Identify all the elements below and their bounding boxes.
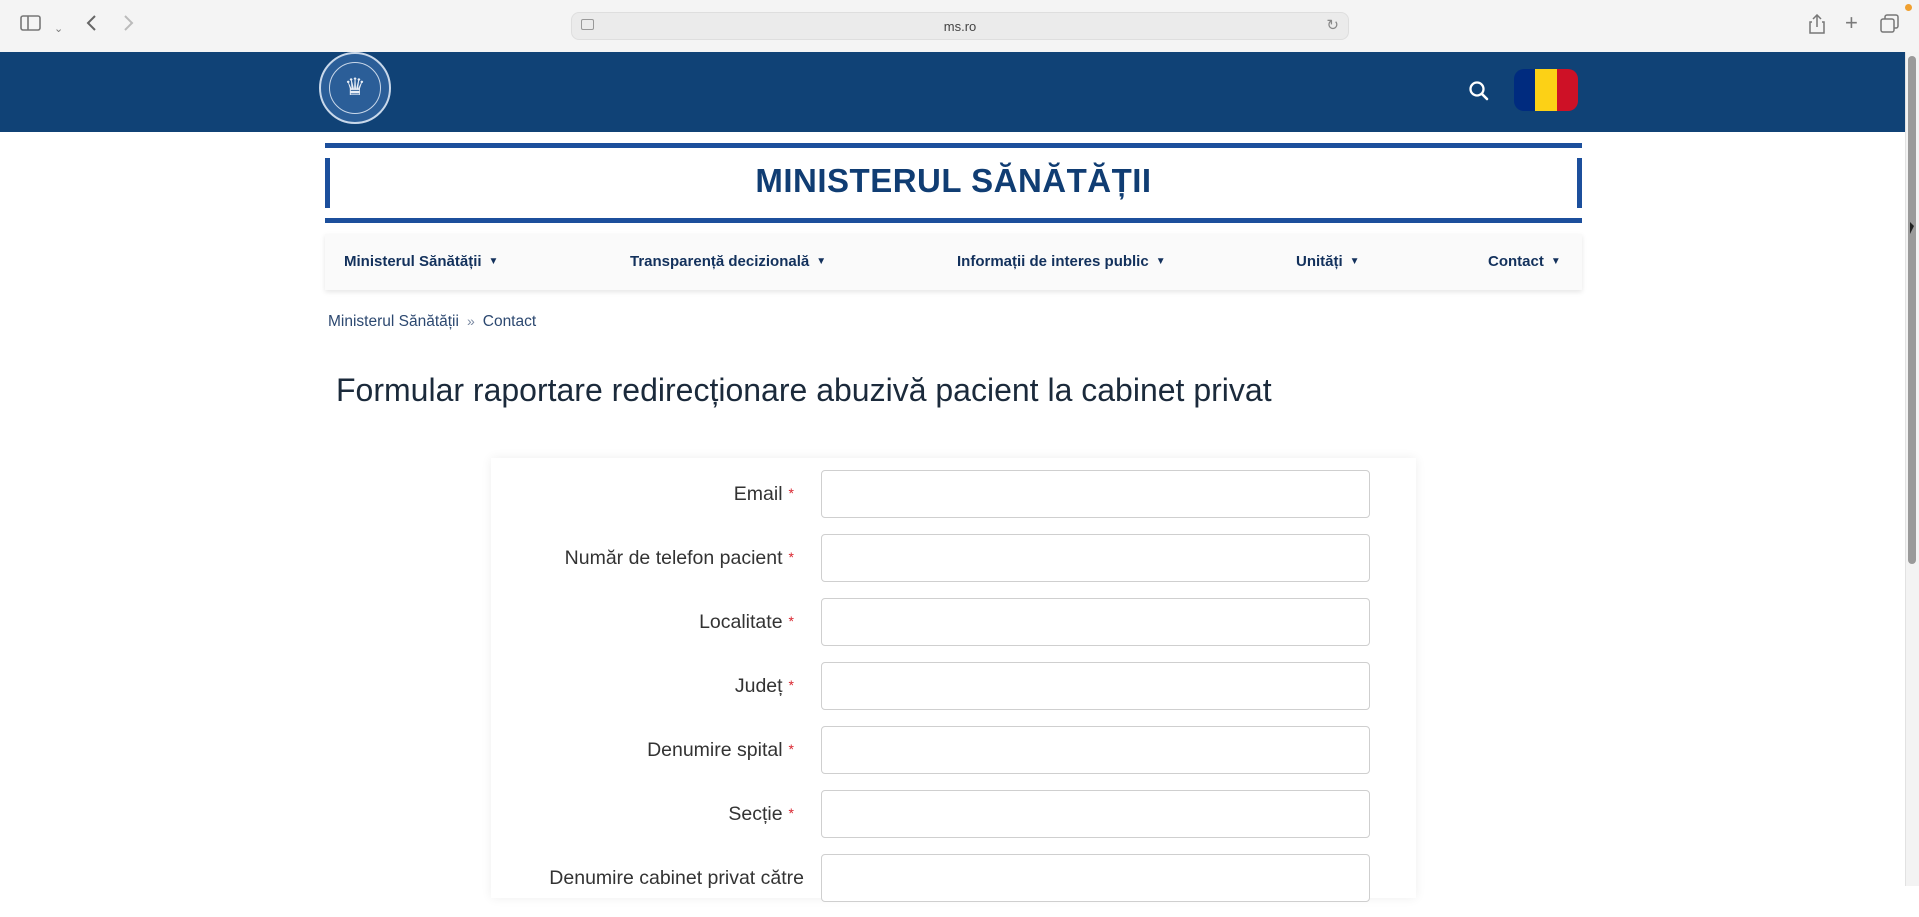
back-icon[interactable] (85, 14, 99, 37)
flag-stripe-yellow (1535, 69, 1557, 111)
forward-icon[interactable] (121, 14, 135, 37)
sectie-label: Secție (728, 803, 783, 825)
caret-down-icon: ▼ (1550, 256, 1561, 267)
form-row-spital: Denumire spital * (491, 726, 1416, 789)
new-tab-icon[interactable]: + (1845, 12, 1858, 34)
field-label: Localitate * (699, 611, 794, 634)
field-label: Denumire spital * (647, 739, 794, 762)
browser-toolbar: ⌄ ms.ro ↻ + (0, 0, 1919, 53)
required-asterisk: * (788, 677, 794, 693)
field-label: Număr de telefon pacient * (565, 547, 794, 570)
tabs-overview-icon[interactable] (1880, 14, 1900, 39)
nav-item-label: Transparență decizională (630, 253, 810, 270)
form-row-email: Email * (491, 470, 1416, 533)
chevron-down-icon[interactable]: ⌄ (54, 18, 63, 40)
mouse-cursor-icon (1910, 222, 1914, 234)
form-row-judet: Județ * (491, 662, 1416, 725)
required-asterisk: * (788, 805, 794, 821)
main-navigation: Ministerul Sănătății ▼ Transparență deciz… (325, 234, 1582, 290)
reload-icon[interactable]: ↻ (1326, 16, 1339, 34)
field-label: Email * (734, 483, 794, 506)
site-title[interactable]: MINISTERUL SĂNĂTĂȚII (325, 162, 1582, 200)
localitate-label: Localitate (699, 611, 783, 633)
email-label: Email (733, 483, 783, 505)
phone-field[interactable] (821, 534, 1370, 582)
required-asterisk: * (788, 613, 794, 629)
eagle-icon: ♛ (344, 74, 366, 101)
flag-stripe-blue (1514, 69, 1536, 111)
form-row-phone: Număr de telefon pacient * (491, 534, 1416, 597)
spital-field[interactable] (821, 726, 1370, 774)
required-asterisk: * (788, 549, 794, 565)
nav-item-ministerul[interactable]: Ministerul Sănătății ▼ (344, 253, 498, 270)
scrollbar-thumb[interactable] (1908, 56, 1916, 564)
sidebar-toggle-icon[interactable] (20, 14, 42, 37)
form-row-sectie: Secție * (491, 790, 1416, 853)
report-form: Email * Număr de telefon pacient * Localit… (491, 458, 1416, 902)
flag-stripe-red (1556, 69, 1578, 111)
phone-label: Număr de telefon pacient (564, 547, 783, 569)
nav-item-label: Informații de interes public (957, 253, 1149, 270)
breadcrumb-current: Contact (482, 313, 537, 330)
site-header: ♛ (0, 52, 1905, 132)
field-label: Denumire cabinet privat către (549, 867, 804, 890)
notification-dot (1905, 4, 1912, 11)
romania-flag-icon[interactable] (1514, 69, 1578, 111)
site-title-banner: MINISTERUL SĂNĂTĂȚII (325, 143, 1582, 223)
cabinet-field[interactable] (821, 854, 1370, 902)
spital-label: Denumire spital (647, 739, 783, 761)
nav-item-label: Ministerul Sănătății (344, 253, 482, 270)
nav-item-label: Unități (1296, 253, 1343, 270)
field-label: Secție * (728, 803, 794, 826)
judet-field[interactable] (821, 662, 1370, 710)
share-icon[interactable] (1808, 13, 1826, 39)
breadcrumb-link-home[interactable]: Ministerul Sănătății (328, 313, 459, 330)
caret-down-icon: ▼ (1155, 256, 1166, 267)
address-bar[interactable]: ms.ro ↻ (571, 12, 1349, 40)
nav-item-informatii[interactable]: Informații de interes public ▼ (957, 253, 1166, 270)
nav-item-contact[interactable]: Contact ▼ (1488, 253, 1561, 270)
government-emblem-logo[interactable]: ♛ (319, 52, 391, 124)
nav-item-transparenta[interactable]: Transparență decizională ▼ (630, 253, 826, 270)
address-bar-url[interactable]: ms.ro (572, 19, 1348, 34)
required-asterisk: * (788, 485, 794, 501)
form-row-localitate: Localitate * (491, 598, 1416, 661)
page-title: Formular raportare redirecționare abuziv… (336, 372, 1272, 408)
caret-down-icon: ▼ (1349, 256, 1360, 267)
sectie-field[interactable] (821, 790, 1370, 838)
judet-label: Județ (734, 675, 783, 697)
caret-down-icon: ▼ (488, 256, 499, 267)
email-field[interactable] (821, 470, 1370, 518)
field-label: Județ * (735, 675, 794, 698)
nav-item-label: Contact (1488, 253, 1544, 270)
search-icon[interactable] (1466, 78, 1492, 104)
nav-item-unitati[interactable]: Unități ▼ (1296, 253, 1360, 270)
localitate-field[interactable] (821, 598, 1370, 646)
caret-down-icon: ▼ (816, 256, 827, 267)
breadcrumb: Ministerul Sănătății » Contact (328, 313, 536, 331)
form-row-cabinet: Denumire cabinet privat către (491, 854, 1416, 917)
required-asterisk: * (788, 741, 794, 757)
double-chevron-right-icon: » (466, 313, 475, 329)
